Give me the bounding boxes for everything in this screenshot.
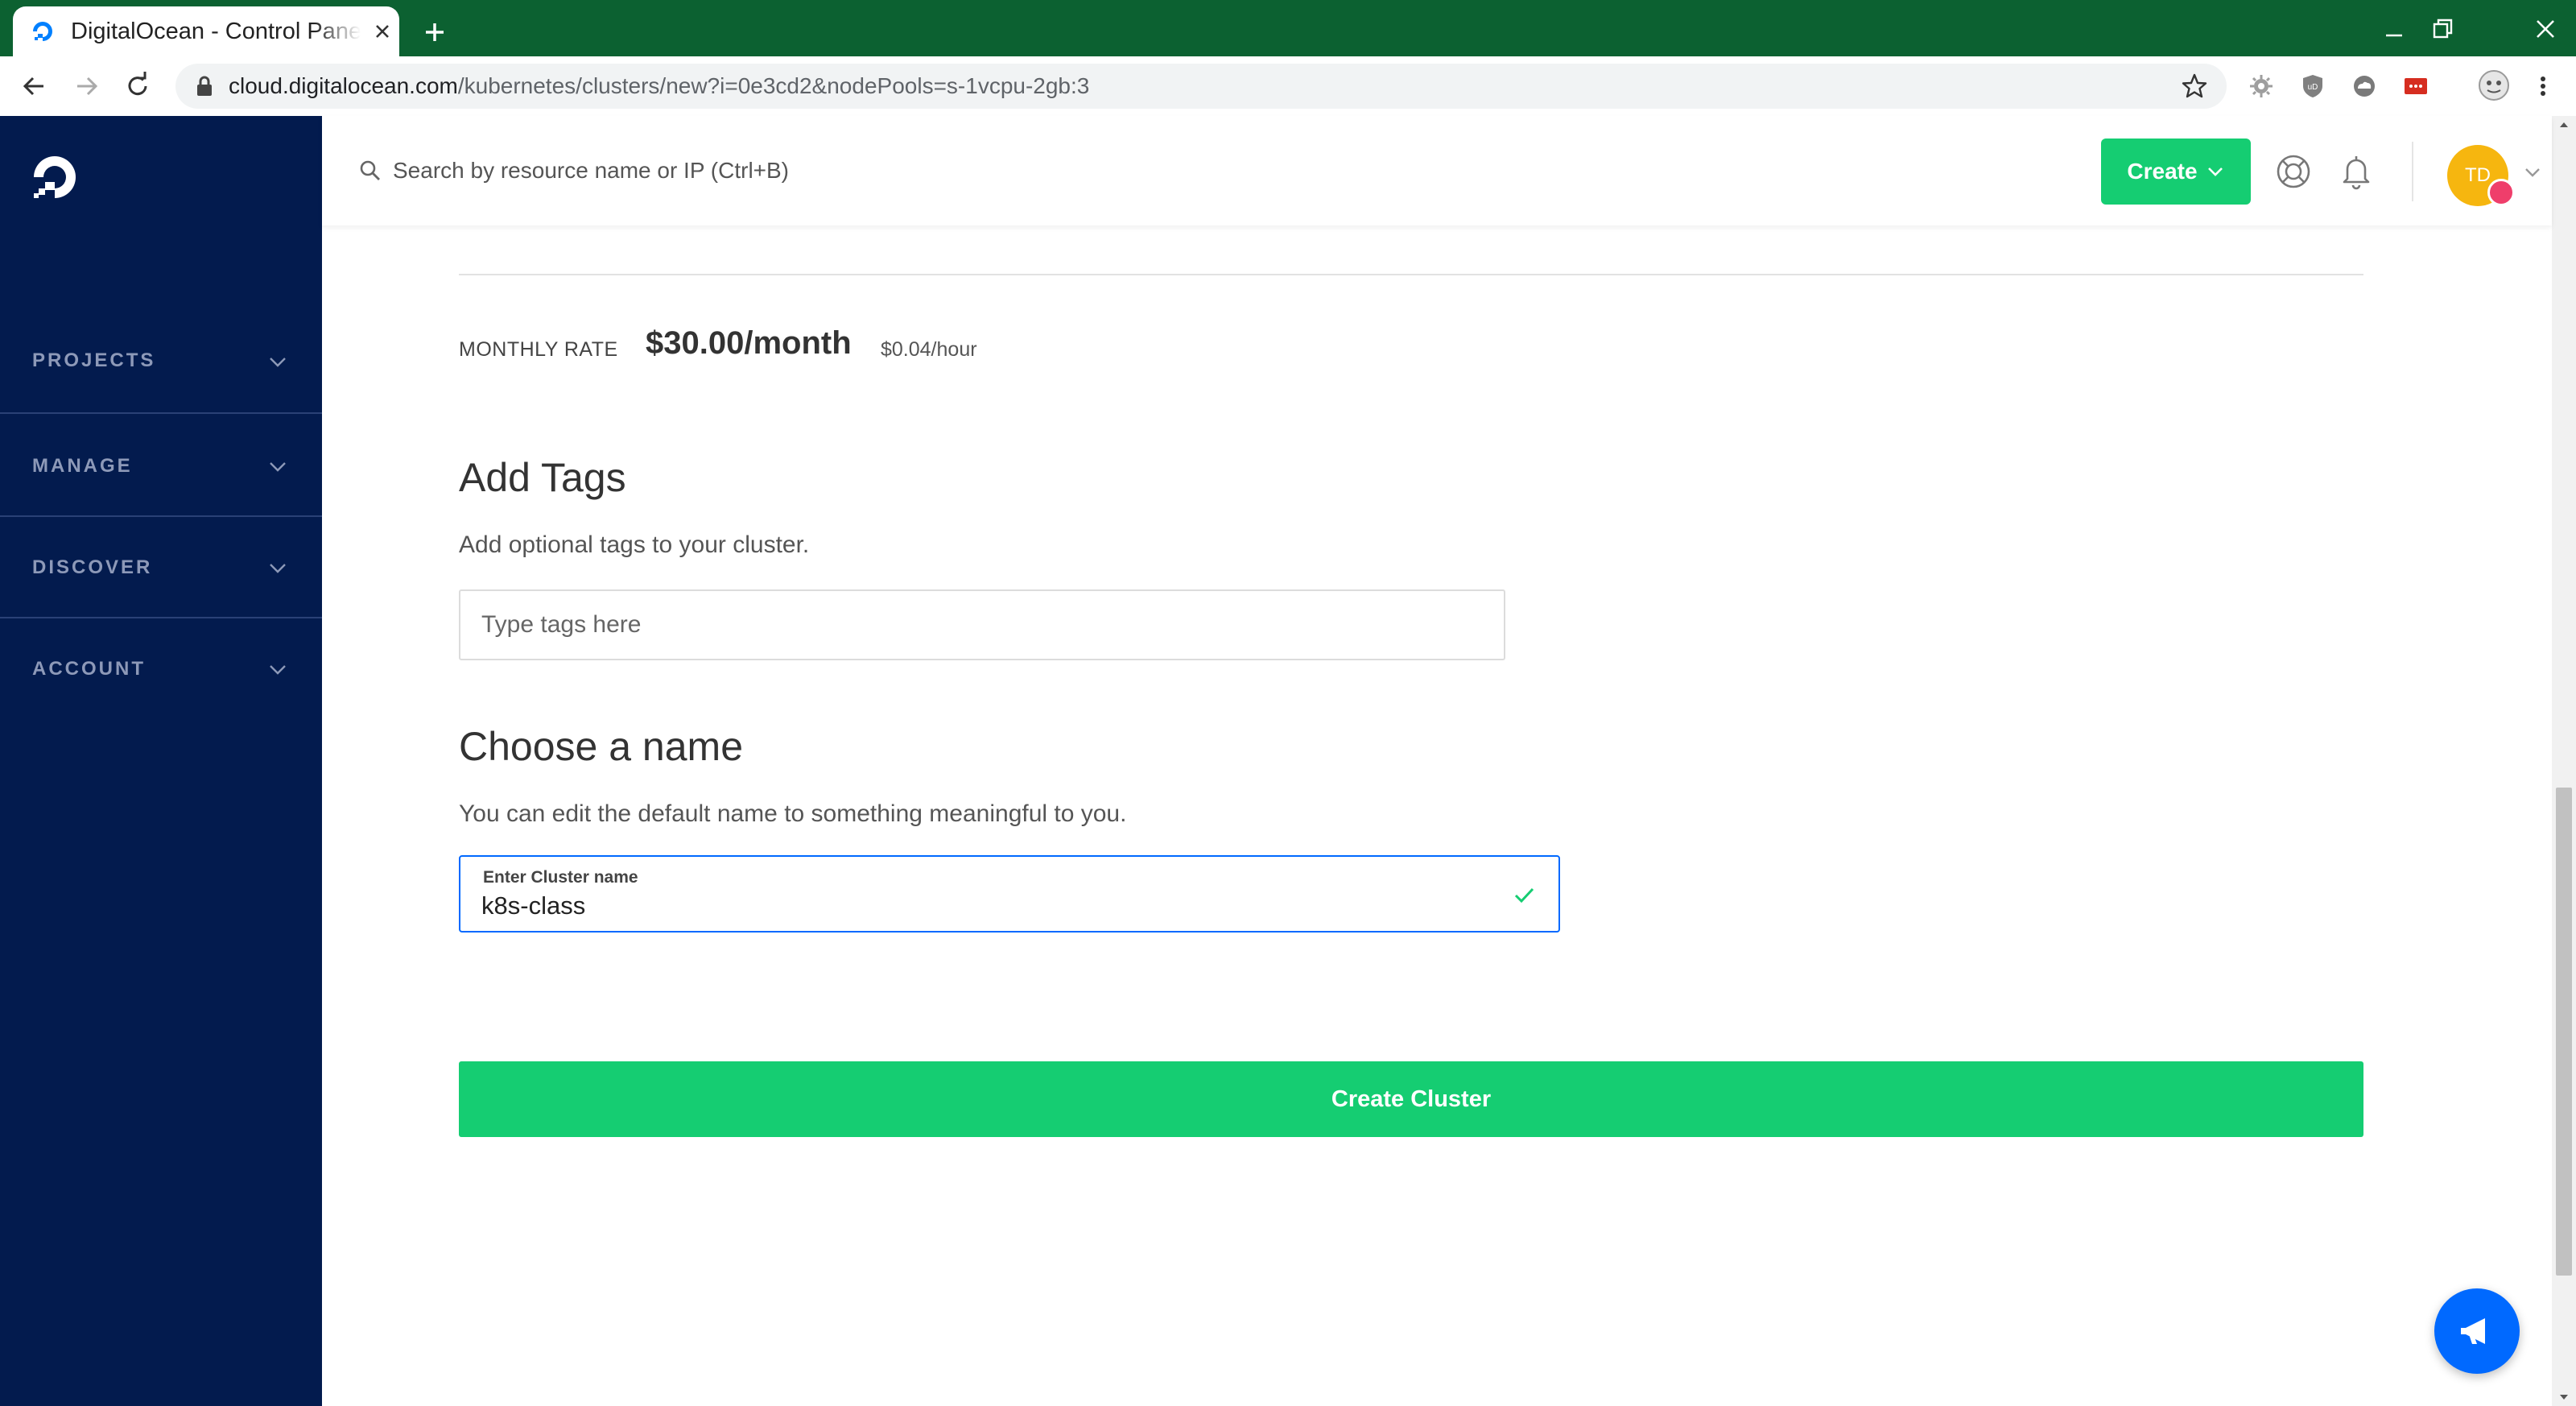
chevron-down-icon[interactable]: [2523, 163, 2542, 182]
section-divider: [459, 274, 2363, 275]
bookmark-star-icon[interactable]: [2180, 72, 2209, 101]
choose-name-heading: Choose a name: [459, 724, 744, 769]
checkmark-icon: [1514, 887, 1534, 904]
help-lifebuoy-icon[interactable]: [2273, 151, 2314, 192]
browser-menu-icon[interactable]: [2529, 72, 2557, 100]
create-dropdown-button[interactable]: Create: [2101, 139, 2251, 205]
extension-cloud-icon[interactable]: [2351, 72, 2378, 100]
search-icon: [360, 160, 380, 180]
address-bar[interactable]: cloud.digitalocean.com/kubernetes/cluste…: [175, 64, 2227, 109]
minimize-icon[interactable]: [2376, 11, 2412, 47]
sidebar-item-projects[interactable]: PROJECTS: [0, 264, 322, 414]
choose-name-description: You can edit the default name to somethi…: [459, 800, 1127, 827]
digitalocean-logo-icon[interactable]: [29, 151, 80, 203]
megaphone-icon: [2461, 1318, 2485, 1344]
notifications-bell-icon[interactable]: [2336, 151, 2376, 192]
monthly-rate-label: MONTHLY RATE: [459, 338, 618, 361]
scroll-down-arrow-icon[interactable]: [2558, 1392, 2570, 1403]
forward-arrow-icon[interactable]: [68, 68, 105, 105]
sidebar-item-account[interactable]: ACCOUNT: [0, 618, 322, 720]
scrollbar-thumb[interactable]: [2556, 788, 2572, 1276]
sidebar-item-label: DISCOVER: [32, 556, 153, 578]
page-scrollbar[interactable]: [2552, 116, 2576, 1406]
scroll-up-arrow-icon[interactable]: [2558, 119, 2570, 130]
search-input[interactable]: [393, 148, 1278, 193]
cluster-name-field[interactable]: Enter Cluster name: [459, 855, 1560, 933]
avatar-badge-icon: [2487, 179, 2515, 206]
extension-red-icon[interactable]: [2402, 72, 2429, 100]
sidebar: PROJECTS MANAGE DISCOVER ACCOUNT: [0, 116, 322, 1406]
tags-input[interactable]: [459, 589, 1505, 660]
main-content: MONTHLY RATE $30.00/month $0.04/hour Add…: [322, 225, 2552, 1406]
app-header: Create TD: [322, 116, 2552, 225]
tab-close-icon[interactable]: [370, 19, 394, 43]
browser-toolbar: cloud.digitalocean.com/kubernetes/cluste…: [0, 56, 2576, 116]
chevron-down-icon: [270, 564, 286, 573]
extension-gear-icon[interactable]: [2248, 72, 2275, 100]
create-button-label: Create: [2127, 159, 2198, 184]
url-text: cloud.digitalocean.com/kubernetes/cluste…: [229, 73, 1089, 99]
chevron-down-icon: [270, 665, 286, 675]
chevron-down-icon: [2207, 167, 2223, 176]
add-tags-description: Add optional tags to your cluster.: [459, 531, 810, 558]
restore-icon[interactable]: [2425, 11, 2460, 47]
add-tags-heading: Add Tags: [459, 455, 626, 500]
reload-icon[interactable]: [119, 68, 156, 105]
url-host: cloud.digitalocean.com: [229, 73, 458, 98]
cluster-name-input[interactable]: [481, 889, 1447, 923]
hourly-rate-value: $0.04/hour: [881, 338, 977, 361]
feedback-fab-button[interactable]: [2434, 1288, 2520, 1374]
browser-tab[interactable]: DigitalOcean - Control Panel: [13, 6, 399, 56]
browser-tabstrip: DigitalOcean - Control Panel: [0, 0, 2576, 56]
sidebar-item-discover[interactable]: DISCOVER: [0, 517, 322, 618]
create-cluster-button[interactable]: Create Cluster: [459, 1061, 2363, 1137]
sidebar-item-label: ACCOUNT: [32, 658, 146, 680]
header-divider: [2412, 142, 2413, 201]
window-close-icon[interactable]: [2528, 11, 2563, 47]
digitalocean-favicon-icon: [33, 22, 52, 41]
sidebar-item-label: MANAGE: [32, 455, 133, 477]
chevron-down-icon: [270, 358, 286, 367]
url-path: /kubernetes/clusters/new?i=0e3cd2&nodePo…: [457, 73, 1090, 98]
ublock-shield-icon[interactable]: uD: [2299, 72, 2326, 100]
tab-title: DigitalOcean - Control Panel: [71, 19, 361, 44]
svg-text:uD: uD: [2308, 83, 2318, 92]
sidebar-item-label: PROJECTS: [32, 349, 156, 371]
lock-icon: [197, 76, 212, 96]
back-arrow-icon[interactable]: [16, 68, 53, 105]
chevron-down-icon: [270, 462, 286, 472]
new-tab-icon[interactable]: [414, 11, 456, 53]
cluster-name-label: Enter Cluster name: [483, 868, 638, 887]
sidebar-item-manage[interactable]: MANAGE: [0, 416, 322, 517]
monthly-rate-value: $30.00/month: [646, 325, 852, 361]
profile-avatar-icon[interactable]: [2476, 68, 2512, 103]
